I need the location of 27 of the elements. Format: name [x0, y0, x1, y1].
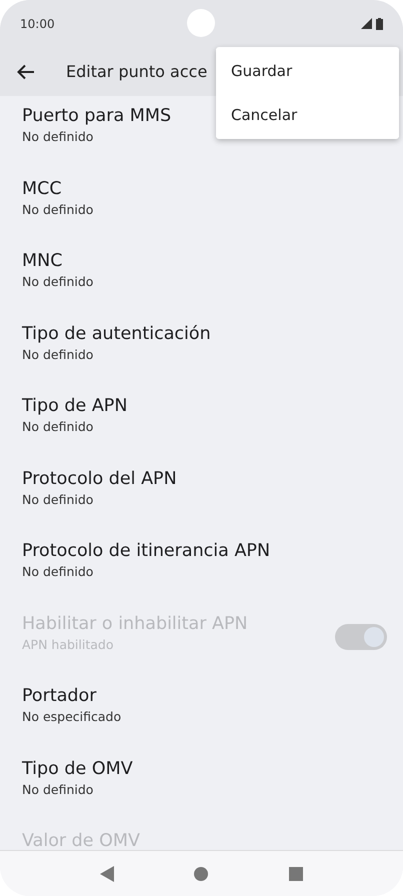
setting-title[interactable]: Protocolo de itinerancia APN [22, 541, 270, 561]
setting-title[interactable]: Puerto para MMS [22, 106, 172, 126]
menu-item[interactable]: Cancelar [216, 93, 399, 137]
setting-summary: No definido [22, 492, 94, 506]
status-time: 10:00 [20, 16, 55, 30]
camera-cutout [187, 9, 215, 37]
setting-title[interactable]: Tipo de OMV [22, 758, 133, 778]
setting-title[interactable]: Tipo de autenticación [22, 324, 211, 344]
screen-title: Editar punto acce [66, 62, 208, 81]
setting-summary: No definido [22, 274, 94, 289]
recents-icon[interactable] [288, 866, 303, 880]
setting-title[interactable]: Protocolo del APN [22, 468, 177, 488]
setting-summary: No definido [22, 129, 94, 144]
setting-title[interactable]: Tipo de APN [22, 396, 128, 416]
setting-summary: No especificado [22, 709, 122, 724]
setting-title[interactable]: MCC [22, 178, 62, 198]
menu-item[interactable]: Guardar [216, 49, 399, 93]
setting-summary: No definido [22, 419, 94, 434]
setting-title[interactable]: Portador [22, 686, 96, 706]
setting-summary: No definido [22, 564, 94, 579]
home-icon[interactable] [194, 866, 208, 880]
setting-title[interactable]: MNC [22, 251, 62, 271]
signal-icon [361, 18, 372, 29]
setting-summary: No definido [22, 782, 94, 796]
setting-summary: No definido [22, 346, 94, 362]
setting-summary: No definido [22, 202, 94, 216]
battery-icon [376, 18, 383, 30]
